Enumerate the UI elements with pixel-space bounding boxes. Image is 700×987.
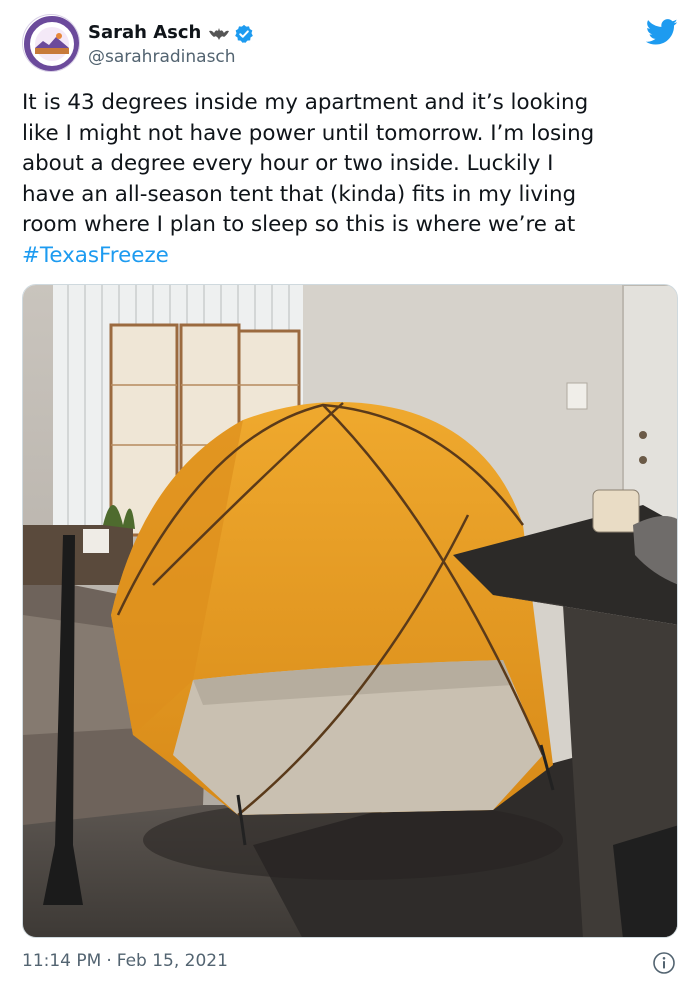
hashtag-link[interactable]: #TexasFreeze — [22, 241, 682, 272]
meta-separator: · — [106, 951, 112, 971]
bat-icon — [209, 28, 229, 40]
tweet-text: It is 43 degrees inside my apartment and… — [22, 88, 682, 271]
display-name[interactable]: Sarah Asch — [88, 22, 201, 43]
handle[interactable]: @sarahradinasch — [88, 47, 236, 67]
tweet-line: about a degree every hour or two inside.… — [22, 151, 554, 176]
tweet-line: have an all-season tent that (kinda) fit… — [22, 181, 577, 207]
tweet-time: 11:14 PM — [22, 951, 102, 971]
avatar[interactable] — [22, 14, 80, 72]
tweet-line: It is 43 degrees inside my apartment and… — [22, 90, 589, 115]
verified-badge-icon — [235, 24, 253, 43]
twitter-bird-icon[interactable] — [646, 16, 678, 48]
tweet-photo[interactable] — [22, 284, 678, 938]
info-icon[interactable] — [652, 951, 676, 975]
tweet-line: like I might not have power until tomorr… — [22, 120, 595, 146]
tent-photo-illustration — [23, 285, 677, 937]
tweet-line: room where I plan to sleep so this is wh… — [22, 212, 576, 237]
name-badges — [208, 24, 254, 44]
tweet-date: Feb 15, 2021 — [116, 951, 228, 971]
tweet-timestamp[interactable]: 11:14 PM · Feb 15, 2021 — [22, 951, 228, 971]
newsguild-logo — [24, 16, 79, 71]
